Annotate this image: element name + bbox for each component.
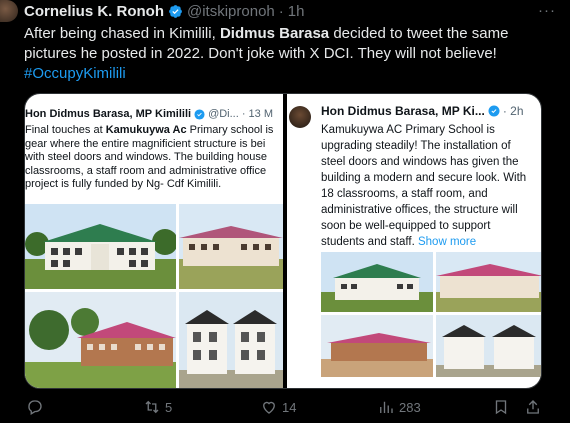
embedded-handle-date: @Di... · 13 M [208,108,274,120]
bookmark-icon [495,400,507,415]
school-photo [25,204,176,289]
reply-button[interactable] [26,398,48,416]
embedded-text-bold: Kamukuywa Ac [105,124,187,136]
school-photo [436,315,541,377]
embedded-tweet-header: Hon Didmus Barasa, MP Ki... · 2h [321,104,524,118]
author-name[interactable]: Cornelius K. Ronoh [24,3,164,20]
hashtag-link[interactable]: #OccupyKimilili [24,64,544,84]
embedded-author-name: Hon Didmus Barasa, MP Ki... [321,104,485,118]
tweet-actions: 5 14 283 [0,398,570,418]
views-button[interactable]: 283 [377,398,421,416]
verified-badge-icon [169,5,182,18]
like-count: 14 [282,399,297,415]
author-handle[interactable]: @itskipronoh [187,3,275,20]
media-screenshot-right[interactable]: Hon Didmus Barasa, MP Ki... · 2h Kamukuy… [287,94,541,388]
school-photo [179,204,283,289]
embedded-author-avatar [289,106,311,128]
embedded-text-line: Final touches at [25,124,106,136]
tweet-text: After being chased in Kimilili, Didmus B… [24,24,544,84]
show-more-link: Show more [417,236,477,248]
tweet-text-part1: After being chased in Kimilili, [24,25,220,42]
repost-count: 5 [165,399,173,415]
views-count: 283 [399,399,421,415]
school-photo [25,292,176,388]
author-avatar[interactable] [0,0,18,22]
views-chart-icon [380,401,393,413]
embedded-author-name: Hon Didmus Barasa, MP Kimilili [25,108,192,120]
separator: · [278,3,284,20]
more-options-icon[interactable]: ··· [538,2,556,19]
share-icon [527,400,539,414]
embedded-tweet-header: Hon Didmus Barasa, MP Kimilili @Di... · … [25,108,273,120]
school-photo [321,252,433,312]
share-button[interactable] [524,398,542,416]
reply-icon [28,400,42,415]
school-photo [179,292,283,388]
tweet-media[interactable]: Hon Didmus Barasa, MP Kimilili @Di... · … [24,93,542,389]
school-photo [436,252,541,312]
verified-badge-icon [488,105,500,117]
repost-icon [145,400,159,414]
bookmark-button[interactable] [492,398,510,416]
tweet-text-bold: Didmus Barasa [219,25,330,42]
repost-button[interactable]: 5 [143,398,172,416]
media-screenshot-left[interactable]: Hon Didmus Barasa, MP Kimilili @Di... · … [25,94,283,388]
embedded-time: · 2h [502,104,524,118]
verified-badge-icon [194,108,205,120]
embedded-text-line: Primary school is [186,124,274,136]
embedded-text-line: project is fully funded by Ng- Cdf Kimil… [25,178,222,190]
embedded-text-line: gear where the entire magnificient struc… [25,137,266,150]
like-button[interactable]: 14 [260,398,296,416]
embedded-text-line: classrooms, a staff room and administrat… [25,164,267,177]
tweet-time[interactable]: 1h [288,3,305,20]
embedded-text-line: with steel doors and windows. The buildi… [25,151,267,163]
embedded-tweet-text: Final touches at Kamukuywa Ac Primary sc… [25,124,283,192]
embedded-body-text: Kamukuywa AC Primary School is upgrading… [321,124,527,248]
tweet-header: Cornelius K. Ronoh @itskipronoh · 1h [24,3,304,20]
heart-icon [263,401,275,414]
embedded-tweet-text: Kamukuywa AC Primary School is upgrading… [321,122,536,250]
school-photo [321,315,433,377]
